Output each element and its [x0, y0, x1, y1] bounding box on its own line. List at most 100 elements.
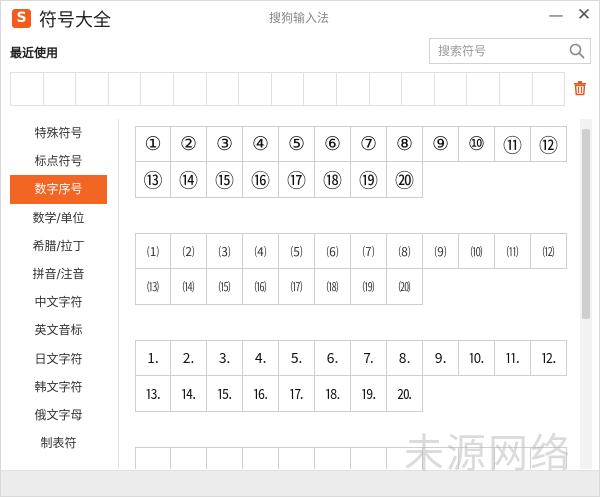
symbol-cell[interactable]: ⒆ [351, 269, 387, 305]
symbol-cell[interactable] [423, 447, 459, 469]
symbol-cell[interactable] [387, 447, 423, 469]
symbol-cell[interactable]: ⑤ [279, 126, 315, 162]
search-input[interactable] [430, 39, 564, 63]
symbol-cell[interactable]: ⑨ [423, 126, 459, 162]
sidebar-item[interactable]: 英文音标 [10, 316, 107, 344]
scroll-thumb[interactable] [582, 129, 590, 319]
symbol-cell[interactable]: ⒎ [351, 340, 387, 376]
symbol-cell[interactable]: ⒑ [459, 340, 495, 376]
sidebar-item[interactable]: 希腊/拉丁 [10, 232, 107, 260]
recent-slot[interactable] [272, 73, 305, 105]
search-icon[interactable] [568, 42, 586, 60]
symbol-cell[interactable]: ⒖ [207, 376, 243, 412]
symbol-cell[interactable]: ⒗ [243, 376, 279, 412]
recent-slot[interactable] [304, 73, 337, 105]
sidebar-item[interactable]: 拼音/注音 [10, 260, 107, 288]
recent-slot[interactable] [76, 73, 109, 105]
symbol-cell[interactable]: ⒍ [315, 340, 351, 376]
symbol-cell[interactable]: ⑱ [315, 162, 351, 198]
symbol-cell[interactable]: ⑻ [387, 233, 423, 269]
symbol-cell[interactable]: ⑧ [387, 126, 423, 162]
recent-slot[interactable] [174, 73, 207, 105]
sidebar-item[interactable]: 制表符 [10, 429, 107, 457]
symbol-cell[interactable]: ⒃ [243, 269, 279, 305]
symbol-cell[interactable]: ⑭ [171, 162, 207, 198]
symbol-cell[interactable]: ⒙ [315, 376, 351, 412]
symbol-cell[interactable]: ⒐ [423, 340, 459, 376]
symbol-cell[interactable]: ⑺ [351, 233, 387, 269]
scrollbar[interactable] [580, 119, 592, 469]
symbol-cell[interactable] [171, 447, 207, 469]
symbol-cell[interactable] [351, 447, 387, 469]
symbol-cell[interactable] [531, 447, 567, 469]
symbol-cell[interactable]: ⒋ [243, 340, 279, 376]
symbol-cell[interactable]: ⑷ [243, 233, 279, 269]
symbol-cell[interactable] [315, 447, 351, 469]
symbol-cell[interactable]: ⒒ [495, 340, 531, 376]
recent-slot[interactable] [467, 73, 500, 105]
recent-slot[interactable] [11, 73, 44, 105]
symbol-cell[interactable]: ⑽ [459, 233, 495, 269]
symbol-cell[interactable]: ⒅ [315, 269, 351, 305]
symbol-cell[interactable]: ⒀ [135, 269, 171, 305]
symbol-cell[interactable]: ⒁ [171, 269, 207, 305]
symbol-cell[interactable]: ⒈ [135, 340, 171, 376]
close-button[interactable]: ✕ [575, 6, 593, 24]
symbol-cell[interactable] [207, 447, 243, 469]
symbol-cell[interactable]: ④ [243, 126, 279, 162]
sidebar-item[interactable]: 标点符号 [10, 147, 107, 175]
symbol-cell[interactable]: ⒊ [207, 340, 243, 376]
symbol-cell[interactable]: ⑸ [279, 233, 315, 269]
symbol-cell[interactable]: ⑮ [207, 162, 243, 198]
sidebar-item[interactable]: 日文字符 [10, 345, 107, 373]
symbol-cell[interactable]: ① [135, 126, 171, 162]
recent-slot[interactable] [533, 73, 565, 105]
sidebar-item[interactable]: 韩文字符 [10, 373, 107, 401]
recent-slot[interactable] [402, 73, 435, 105]
symbol-cell[interactable]: ⒓ [531, 340, 567, 376]
symbol-cell[interactable]: ③ [207, 126, 243, 162]
sidebar-item[interactable]: 数学/单位 [10, 204, 107, 232]
symbol-cell[interactable]: ② [171, 126, 207, 162]
symbol-cell[interactable] [495, 447, 531, 469]
symbol-cell[interactable]: ⒏ [387, 340, 423, 376]
symbol-cell[interactable]: ⑼ [423, 233, 459, 269]
symbol-cell[interactable] [459, 447, 495, 469]
sidebar-item[interactable]: 俄文字母 [10, 401, 107, 429]
recent-slot[interactable] [500, 73, 533, 105]
sidebar-item[interactable]: 数字序号 [10, 175, 107, 204]
recent-slot[interactable] [44, 73, 77, 105]
title-bar[interactable]: S 符号大全 搜狗输入法 — ✕ [1, 1, 599, 35]
symbol-cell[interactable]: ⑲ [351, 162, 387, 198]
symbol-cell[interactable]: ⑴ [135, 233, 171, 269]
sidebar-item[interactable]: 特殊符号 [10, 119, 107, 147]
recent-slot[interactable] [239, 73, 272, 105]
symbol-cell[interactable]: ⑹ [315, 233, 351, 269]
symbol-cell[interactable]: ⑵ [171, 233, 207, 269]
sidebar-item[interactable]: 中文字符 [10, 288, 107, 316]
minimize-button[interactable]: — [547, 6, 565, 24]
symbol-cell[interactable]: ⒄ [279, 269, 315, 305]
symbol-cell[interactable]: ⒘ [279, 376, 315, 412]
recent-slot[interactable] [337, 73, 370, 105]
recent-slot[interactable] [435, 73, 468, 105]
symbol-cell[interactable]: ⑾ [495, 233, 531, 269]
symbol-cell[interactable]: ⑿ [531, 233, 567, 269]
symbol-cell[interactable] [135, 447, 171, 469]
symbol-cell[interactable]: ⑬ [135, 162, 171, 198]
symbol-cell[interactable]: ⑪ [495, 126, 531, 162]
symbol-cell[interactable]: ⒚ [351, 376, 387, 412]
symbol-cell[interactable] [279, 447, 315, 469]
symbol-cell[interactable]: ⑩ [459, 126, 495, 162]
recent-slot[interactable] [370, 73, 403, 105]
symbol-cell[interactable]: ⑫ [531, 126, 567, 162]
symbol-cell[interactable]: ⑳ [387, 162, 423, 198]
symbol-cell[interactable]: ⑦ [351, 126, 387, 162]
trash-icon[interactable] [572, 80, 588, 96]
symbol-cell[interactable]: ⒂ [207, 269, 243, 305]
recent-slot[interactable] [141, 73, 174, 105]
search-box[interactable] [429, 38, 591, 64]
symbol-cell[interactable]: ⒕ [171, 376, 207, 412]
symbol-cell[interactable]: ⑶ [207, 233, 243, 269]
symbol-cell[interactable]: ⑯ [243, 162, 279, 198]
